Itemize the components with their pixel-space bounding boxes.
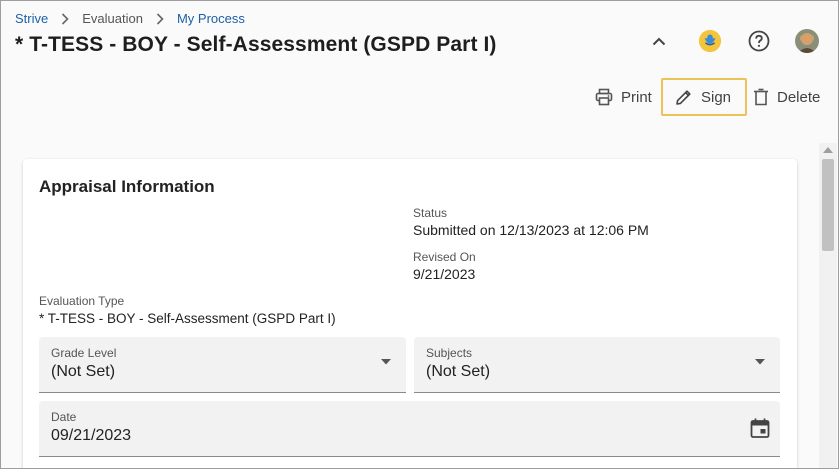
breadcrumb: Strive Evaluation My Process xyxy=(15,11,245,26)
app-window: Strive Evaluation My Process * T-TESS - … xyxy=(0,0,839,469)
status-label: Status xyxy=(413,206,448,220)
date-field[interactable]: Date 09/21/2023 xyxy=(39,401,780,457)
breadcrumb-evaluation[interactable]: Evaluation xyxy=(82,11,143,26)
vertical-scrollbar[interactable] xyxy=(819,143,837,468)
subjects-label: Subjects xyxy=(426,346,473,360)
section-title: Appraisal Information xyxy=(39,177,215,196)
user-avatar[interactable] xyxy=(795,29,819,53)
grade-level-value: (Not Set) xyxy=(51,363,116,380)
scrollbar-thumb[interactable] xyxy=(822,159,834,251)
evaluation-type-value: * T-TESS - BOY - Self-Assessment (GSPD P… xyxy=(39,311,336,326)
page-title: * T-TESS - BOY - Self-Assessment (GSPD P… xyxy=(15,33,497,56)
breadcrumb-my-process[interactable]: My Process xyxy=(177,11,245,26)
print-label: Print xyxy=(621,88,652,106)
appraisal-card: Appraisal Information Status Submitted o… xyxy=(23,159,797,468)
revised-on-label: Revised On xyxy=(413,250,476,264)
print-button[interactable]: Print xyxy=(595,83,652,111)
printer-icon xyxy=(595,88,613,106)
calendar-icon[interactable] xyxy=(750,417,770,439)
dropdown-arrow-icon xyxy=(755,359,765,365)
scroll-up-arrow-icon[interactable] xyxy=(823,147,833,153)
grade-level-select[interactable]: Grade Level (Not Set) xyxy=(39,337,406,393)
trash-icon xyxy=(754,88,768,106)
dropdown-arrow-icon xyxy=(381,359,391,365)
sign-label: Sign xyxy=(701,88,732,106)
date-value: 09/21/2023 xyxy=(51,427,132,444)
delete-button[interactable]: Delete xyxy=(753,83,820,111)
evaluation-type-label: Evaluation Type xyxy=(39,294,125,308)
subjects-select[interactable]: Subjects (Not Set) xyxy=(414,337,780,393)
pencil-icon xyxy=(676,90,691,105)
chevron-up-icon[interactable] xyxy=(647,29,671,53)
grade-level-label: Grade Level xyxy=(51,346,117,360)
subjects-value: (Not Set) xyxy=(426,363,491,380)
chevron-right-icon xyxy=(153,12,167,26)
app-badge-icon[interactable] xyxy=(698,29,722,53)
help-icon[interactable] xyxy=(747,29,771,53)
delete-label: Delete xyxy=(777,88,821,106)
chevron-right-icon xyxy=(58,12,72,26)
breadcrumb-strive[interactable]: Strive xyxy=(15,11,48,26)
sign-button[interactable]: Sign xyxy=(661,78,747,116)
status-value: Submitted on 12/13/2023 at 12:06 PM xyxy=(413,222,649,238)
date-label: Date xyxy=(51,410,77,424)
revised-on-value: 9/21/2023 xyxy=(413,266,476,282)
